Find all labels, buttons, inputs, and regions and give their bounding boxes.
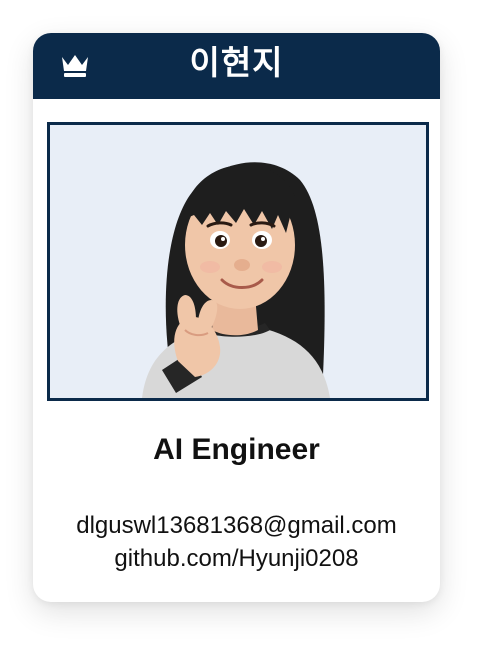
profile-github-link[interactable]: github.com/Hyunji0208 [33,544,440,574]
profile-photo [47,122,429,401]
card-header: 이현지 [33,33,440,99]
memoji-avatar [142,162,330,398]
profile-card: 이현지 AI Engineer dlguswl13681368@gmail.co… [33,33,440,602]
profile-name: 이현지 [189,44,284,81]
profile-email[interactable]: dlguswl13681368@gmail.com [33,511,440,541]
profile-role: AI Engineer [153,433,320,466]
